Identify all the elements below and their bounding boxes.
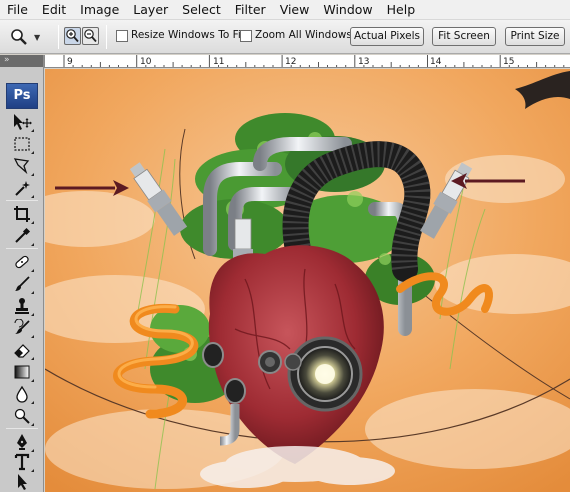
lasso-tool[interactable] — [10, 155, 34, 177]
eyedropper-icon — [15, 227, 31, 243]
history-brush-icon — [14, 319, 30, 334]
artwork — [45, 69, 570, 492]
menu-select[interactable]: Select — [175, 0, 228, 20]
move-tool[interactable] — [10, 111, 34, 133]
crop-icon — [14, 206, 30, 222]
resize-windows-checkbox[interactable] — [116, 30, 128, 42]
tool-flyout-indicator — [31, 221, 34, 224]
bandage-icon — [15, 255, 29, 269]
menu-window[interactable]: Window — [316, 0, 379, 20]
divider — [6, 248, 38, 249]
clone-stamp-tool[interactable] — [10, 295, 34, 317]
blur-tool[interactable] — [10, 383, 34, 405]
zoom-in-button[interactable] — [64, 27, 81, 45]
tool-flyout-indicator — [31, 423, 34, 426]
brush-tool[interactable] — [10, 273, 34, 295]
ruler-label: 12 — [285, 57, 296, 67]
dodge-icon — [14, 408, 30, 424]
tools-panel: » Ps — [0, 55, 44, 492]
zoom-icon — [11, 29, 27, 45]
tool-flyout-indicator — [31, 357, 34, 360]
divider — [58, 25, 59, 49]
lasso-icon — [13, 158, 30, 175]
tool-flyout-indicator — [31, 269, 34, 272]
stamp-icon — [15, 298, 29, 314]
tool-flyout-indicator — [31, 291, 34, 294]
marquee-icon — [14, 137, 30, 151]
fit-screen-button[interactable]: Fit Screen — [432, 27, 496, 46]
crop-tool[interactable] — [10, 203, 34, 225]
ruler-label: 14 — [430, 57, 442, 67]
pen-icon — [17, 434, 27, 450]
options-bar: ▼ Resize Windows To Fit Zoom All Windows… — [0, 20, 570, 54]
zoom-in-icon — [66, 29, 79, 43]
ruler-label: 15 — [503, 57, 514, 67]
water-drop-icon — [16, 385, 28, 403]
print-size-button[interactable]: Print Size — [505, 27, 565, 46]
menu-file[interactable]: File — [0, 0, 35, 20]
gradient-icon — [14, 365, 30, 379]
move-icon — [14, 114, 32, 130]
document-canvas[interactable] — [45, 69, 570, 492]
menu-layer[interactable]: Layer — [126, 0, 175, 20]
path-selection-tool[interactable] — [10, 471, 34, 492]
tool-flyout-indicator — [31, 379, 34, 382]
tool-flyout-indicator — [31, 401, 34, 404]
ruler-ticks: 9 10 11 12 13 14 15 — [63, 55, 565, 67]
ruler-label: 13 — [358, 57, 369, 67]
zoom-all-windows-checkbox[interactable] — [240, 30, 252, 42]
eyedropper-tool[interactable] — [10, 225, 34, 247]
resize-windows-label: Resize Windows To Fit — [131, 29, 245, 41]
divider — [6, 200, 38, 201]
type-icon — [14, 453, 30, 471]
menu-filter[interactable]: Filter — [228, 0, 273, 20]
menu-view[interactable]: View — [273, 0, 317, 20]
magic-wand-tool[interactable] — [10, 177, 34, 199]
tool-flyout-indicator — [31, 173, 34, 176]
menu-bar: File Edit Image Layer Select Filter View… — [0, 0, 570, 20]
history-brush-tool[interactable] — [10, 317, 34, 339]
eraser-tool[interactable] — [10, 339, 34, 361]
tool-flyout-indicator — [31, 243, 34, 246]
photoshop-logo[interactable]: Ps — [6, 83, 38, 109]
ruler-label: 11 — [213, 57, 224, 67]
actual-pixels-button[interactable]: Actual Pixels — [350, 27, 424, 46]
pen-tool[interactable] — [10, 431, 34, 453]
healing-brush-tool[interactable] — [10, 251, 34, 273]
tool-preset-picker[interactable]: ▼ — [10, 26, 50, 48]
tool-flyout-indicator — [31, 129, 34, 132]
brush-icon — [15, 276, 30, 291]
menu-edit[interactable]: Edit — [35, 0, 73, 20]
ruler-label: 9 — [67, 57, 73, 67]
ruler-label: 10 — [140, 57, 152, 67]
zoom-out-button[interactable] — [82, 27, 99, 45]
tool-flyout-indicator — [31, 151, 34, 154]
menu-image[interactable]: Image — [73, 0, 126, 20]
tool-flyout-indicator — [31, 313, 34, 316]
dodge-tool[interactable] — [10, 405, 34, 427]
tool-flyout-indicator — [31, 335, 34, 338]
divider — [6, 428, 38, 429]
divider — [106, 25, 107, 49]
menu-help[interactable]: Help — [380, 0, 423, 20]
magic-wand-icon — [15, 181, 30, 196]
horizontal-ruler[interactable]: 9 10 11 12 13 14 15 — [45, 55, 570, 68]
panel-grip[interactable]: » — [0, 55, 43, 67]
zoom-all-windows-label: Zoom All Windows — [255, 29, 352, 41]
gradient-tool[interactable] — [10, 361, 34, 383]
chevron-down-icon: ▼ — [34, 32, 41, 42]
zoom-out-icon — [84, 29, 97, 43]
marquee-tool[interactable] — [10, 133, 34, 155]
path-selection-icon — [18, 474, 27, 490]
type-tool[interactable] — [10, 451, 34, 473]
eraser-icon — [14, 344, 30, 358]
tool-flyout-indicator — [31, 195, 34, 198]
